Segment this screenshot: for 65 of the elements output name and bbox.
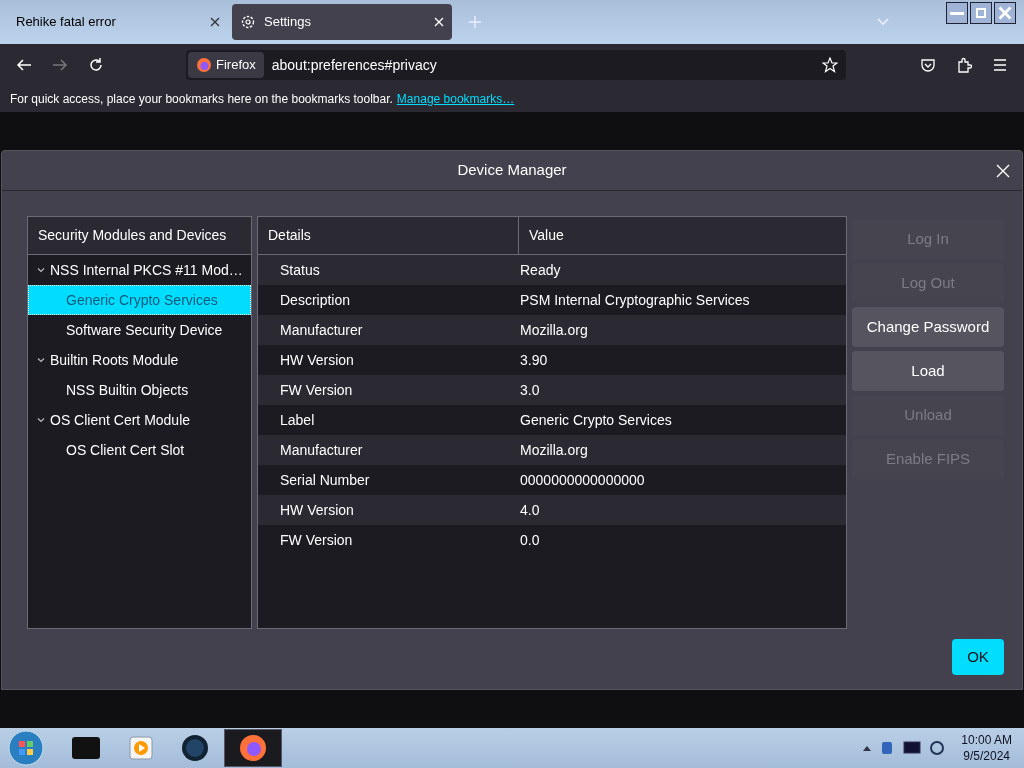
tree-item[interactable]: Builtin Roots Module [28, 345, 251, 375]
table-cell-text: 0000000000000000 [520, 470, 646, 490]
table-cell-text: Mozilla.org [520, 320, 589, 340]
action-button[interactable]: Load [852, 351, 1004, 391]
caret-up-icon[interactable] [863, 745, 872, 751]
reload-icon[interactable] [88, 57, 104, 73]
table-cell-text: 3.0 [520, 380, 541, 400]
action-button[interactable]: Change Password [852, 307, 1004, 347]
close-icon[interactable] [994, 2, 1016, 24]
ok-button[interactable]: OK [952, 639, 1004, 675]
table-cell-text: Generic Crypto Services [520, 410, 673, 430]
browser-tab[interactable]: Rehike fatal error [8, 4, 228, 40]
tab-title: Settings [264, 13, 312, 32]
identity-button[interactable]: Firefox [188, 52, 264, 78]
gear-icon [240, 14, 256, 30]
table-cell-text: Description [279, 290, 352, 310]
minimize-icon[interactable] [946, 2, 968, 24]
table-cell-text: Mozilla.org [520, 440, 589, 460]
table-cell-text: 0.0 [520, 530, 541, 550]
firefox-taskbar-button[interactable] [224, 729, 282, 767]
table-cell-text: HW Version [279, 350, 355, 370]
monitor-icon[interactable] [903, 741, 922, 755]
firefox-icon [196, 57, 212, 73]
dialog-title: Device Manager [457, 160, 567, 181]
table-cell-text: Manufacturer [279, 320, 364, 340]
star-icon[interactable] [822, 57, 838, 73]
tree-item[interactable]: OS Client Cert Module [28, 405, 251, 435]
start-icon[interactable] [8, 730, 44, 766]
tree-item[interactable]: NSS Builtin Objects [28, 375, 251, 405]
manage-bookmarks-link[interactable]: Manage bookmarks… [396, 90, 515, 108]
puzzle-icon[interactable] [956, 57, 972, 73]
column-header[interactable]: Value [519, 217, 846, 254]
close-icon[interactable] [210, 17, 220, 27]
restore-icon[interactable] [970, 2, 992, 24]
tree-item[interactable]: Generic Crypto Services [28, 285, 251, 315]
chevron-icon[interactable] [36, 265, 46, 275]
tree-item[interactable]: OS Client Cert Slot [28, 435, 251, 465]
address-text[interactable]: about:preferences#privacy [271, 54, 814, 76]
chevron-icon[interactable] [36, 355, 46, 365]
table-cell-text: PSM Internal Cryptographic Services [520, 290, 751, 310]
tree-item[interactable]: NSS Internal PKCS #11 Mod… [28, 255, 251, 285]
forward-icon[interactable] [52, 57, 68, 73]
table-cell-text: Serial Number [279, 470, 371, 490]
tab-title: Rehike fatal error [16, 13, 117, 32]
pocket-icon[interactable] [920, 57, 936, 73]
bookmarks-hint: For quick access, place your bookmarks here on the bookmarks toolbar. [10, 91, 393, 108]
firefox-icon [238, 733, 268, 763]
table-cell-text: 3.90 [520, 350, 549, 370]
column-header[interactable]: Details [258, 217, 519, 254]
clock-date[interactable]: 9/5/2024 [963, 748, 1010, 764]
tree-header: Security Modules and Devices [28, 217, 251, 255]
table-cell-text: Ready [520, 260, 562, 280]
table-cell-text: Label [279, 410, 316, 430]
table-cell-text: Manufacturer [279, 440, 364, 460]
back-icon[interactable] [16, 57, 32, 73]
browser-tab[interactable]: Settings [232, 4, 452, 40]
tree-item[interactable]: Software Security Device [28, 315, 251, 345]
table-cell-text: FW Version [279, 380, 354, 400]
table-cell-text: 4.0 [520, 500, 541, 520]
table-cell-text: HW Version [279, 500, 355, 520]
clock-time[interactable]: 10:00 AM [961, 732, 1012, 748]
chevron-icon[interactable] [36, 415, 46, 425]
table-cell-text: FW Version [279, 530, 354, 550]
menu-icon[interactable] [992, 57, 1008, 73]
table-cell-text: Status [279, 260, 321, 280]
